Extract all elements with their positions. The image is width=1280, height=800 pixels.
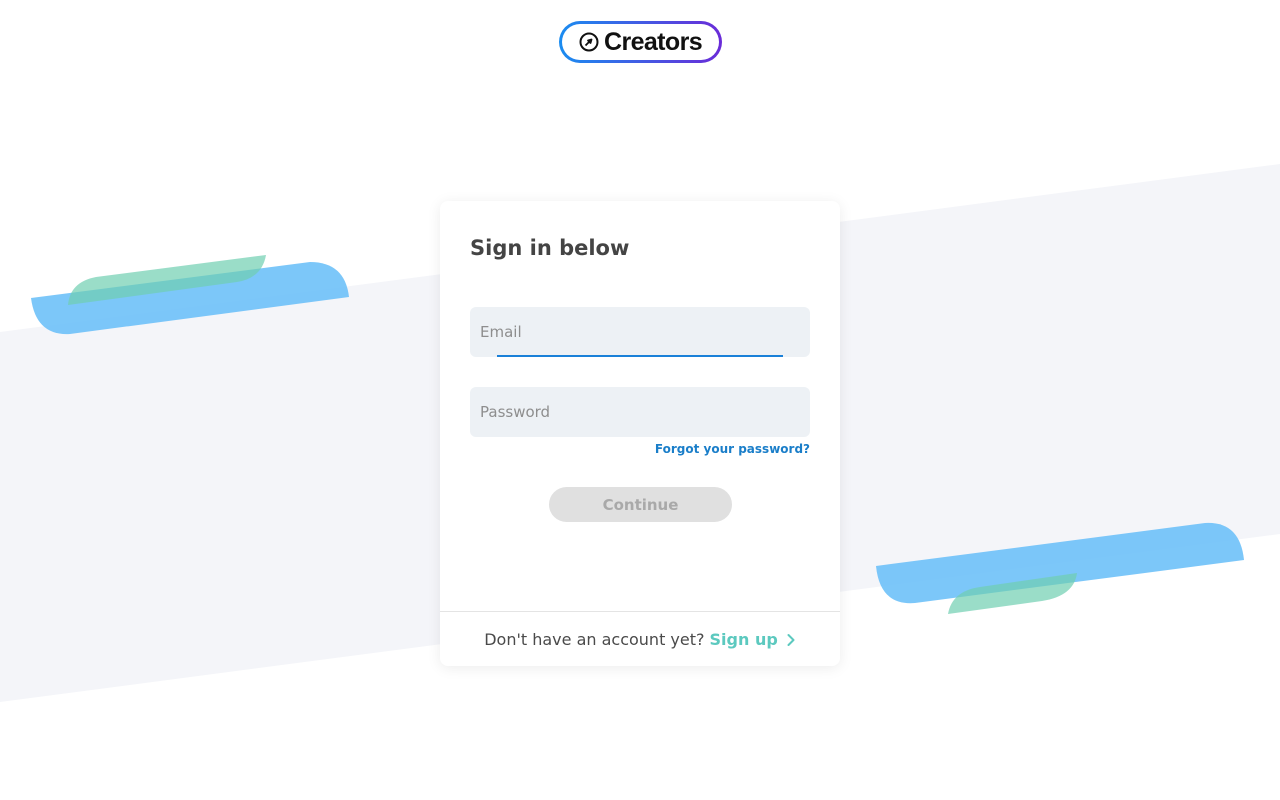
logo-badge: Creators — [562, 24, 719, 60]
email-input[interactable] — [470, 307, 810, 357]
signup-link[interactable]: Sign up — [710, 630, 796, 649]
forgot-password-link[interactable]: Forgot your password? — [655, 442, 810, 456]
email-field-container — [470, 307, 810, 357]
continue-button[interactable]: Continue — [549, 487, 732, 522]
signup-prompt: Don't have an account yet? — [484, 629, 705, 649]
signup-footer: Don't have an account yet? Sign up — [440, 612, 840, 666]
signup-label: Sign up — [709, 629, 778, 649]
compass-icon — [579, 32, 599, 52]
page-title: Sign in below — [470, 236, 630, 260]
sign-in-page: Creators Sign in below Forgot your passw… — [0, 0, 1280, 800]
password-field-container — [470, 387, 810, 437]
email-focus-underline — [497, 355, 783, 357]
logo-text: Creators — [603, 27, 703, 56]
sign-in-card: Sign in below Forgot your password? Cont… — [440, 201, 840, 666]
chevron-right-icon — [786, 632, 796, 646]
password-input[interactable] — [470, 387, 810, 437]
creators-logo[interactable]: Creators — [559, 21, 722, 63]
